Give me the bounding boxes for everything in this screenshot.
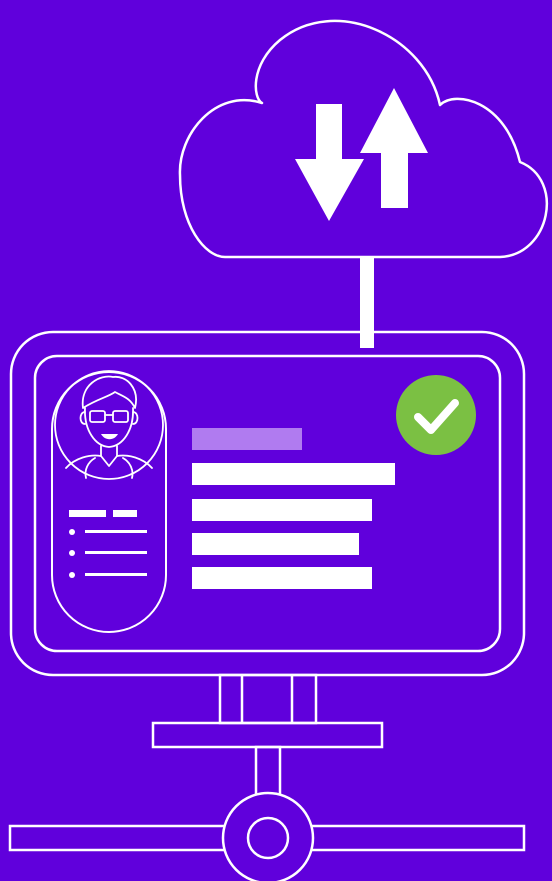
list-item <box>69 550 147 556</box>
list-item <box>69 529 147 535</box>
stand-stem <box>254 745 282 799</box>
record-fields <box>192 428 395 589</box>
record-field-bar <box>192 499 372 521</box>
list-item <box>69 572 147 578</box>
record-field-bar <box>192 463 395 485</box>
cloud-connector <box>360 257 374 348</box>
doctor-avatar-icon <box>54 370 164 480</box>
profile-card <box>51 370 167 633</box>
monitor-stand <box>151 673 384 799</box>
record-field-bar <box>192 533 359 555</box>
profile-title-dash <box>113 510 137 517</box>
network-node-icon <box>8 791 526 881</box>
check-circle-icon <box>396 375 476 455</box>
upload-download-arrows-icon <box>295 88 428 221</box>
health-record-cloud-illustration <box>8 19 549 881</box>
record-title-bar <box>192 428 302 450</box>
profile-details-list <box>69 529 147 578</box>
profile-title-dash <box>69 510 106 517</box>
cloud-icon <box>178 19 549 259</box>
download-arrow-icon <box>295 104 364 221</box>
record-field-bar <box>192 567 372 589</box>
stand-base <box>151 721 384 749</box>
upload-arrow-icon <box>360 88 428 208</box>
